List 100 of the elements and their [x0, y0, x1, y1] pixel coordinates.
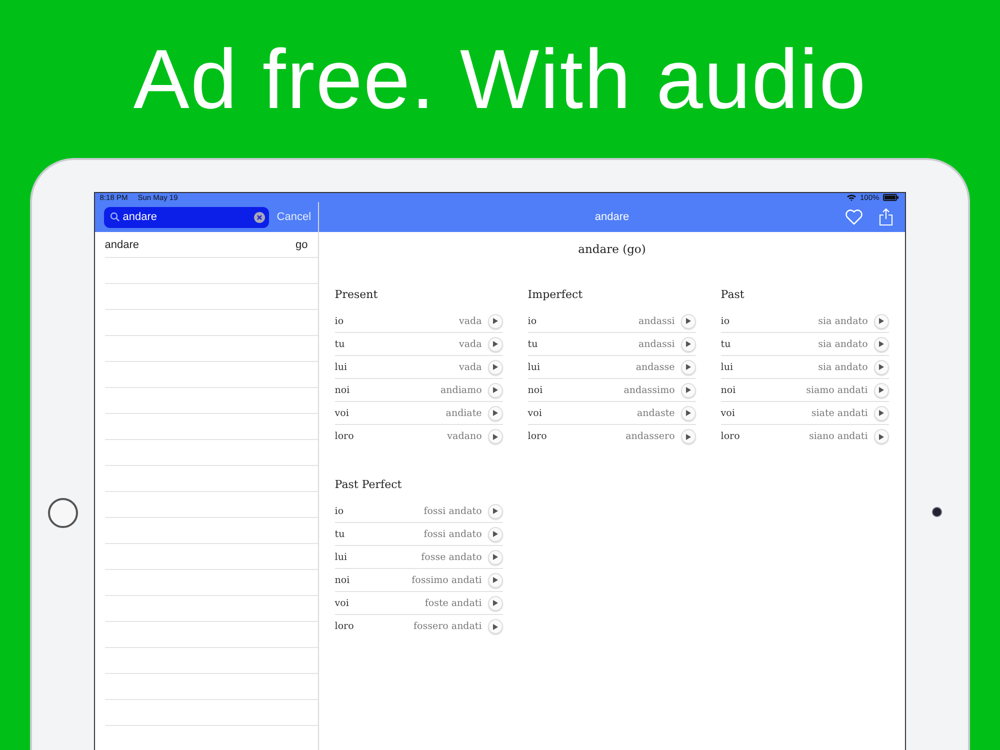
pronoun: lui — [720, 362, 733, 372]
pronoun: lui — [528, 362, 540, 372]
share-icon[interactable] — [879, 208, 894, 226]
tense-title: Imperfect — [528, 288, 584, 303]
play-button[interactable] — [874, 360, 889, 374]
pronoun: noi — [334, 384, 350, 396]
pronoun: voi — [334, 598, 349, 608]
conjugation: fossi andato — [422, 506, 482, 516]
play-icon — [686, 387, 692, 393]
pronoun: loro — [720, 431, 740, 442]
pronoun: lui — [334, 552, 347, 562]
play-button[interactable] — [680, 314, 696, 328]
pronoun: noi — [720, 384, 736, 396]
play-icon — [686, 341, 692, 347]
play-button[interactable] — [874, 314, 889, 328]
play-button[interactable] — [680, 429, 696, 444]
play-button[interactable] — [488, 360, 503, 374]
play-button[interactable] — [874, 336, 889, 352]
conjugation: fossi andato — [422, 528, 482, 540]
conjugation: andassimo — [622, 384, 675, 396]
pronoun: tu — [720, 338, 731, 350]
play-button[interactable] — [680, 406, 696, 420]
pronoun: tu — [334, 338, 345, 350]
play-button[interactable] — [488, 619, 503, 634]
conjugation: siano andati — [808, 431, 868, 442]
play-button[interactable] — [488, 550, 503, 564]
play-button[interactable] — [488, 596, 503, 610]
conjugation: sia andato — [817, 362, 868, 372]
play-icon — [493, 387, 498, 393]
play-button[interactable] — [680, 382, 696, 398]
play-button[interactable] — [874, 406, 889, 420]
battery-icon — [883, 194, 900, 201]
tense-title: Present — [334, 288, 379, 303]
result-word: andare — [104, 238, 140, 250]
play-button[interactable] — [488, 314, 503, 328]
pronoun: voi — [720, 408, 735, 418]
play-icon — [493, 410, 498, 416]
tense-title: Past — [720, 288, 746, 303]
play-button[interactable] — [488, 429, 503, 444]
pronoun: loro — [334, 621, 354, 632]
search-icon — [110, 212, 120, 222]
play-icon — [879, 434, 884, 440]
conjugation: andaste — [636, 408, 675, 418]
clear-icon[interactable] — [254, 212, 265, 222]
play-icon — [879, 387, 884, 393]
conjugation: vada — [458, 316, 482, 326]
conjugation: siamo andati — [805, 384, 868, 396]
conjugation: andasse — [634, 362, 675, 372]
play-button[interactable] — [488, 336, 503, 352]
pronoun: voi — [334, 408, 349, 418]
conjugation: fosse andato — [420, 552, 482, 562]
conjugation: andiamo — [440, 384, 482, 396]
search-field[interactable]: andare — [104, 206, 269, 228]
play-button[interactable] — [488, 572, 503, 588]
play-button[interactable] — [680, 336, 696, 352]
conjugation: vada — [458, 338, 482, 350]
play-button[interactable] — [874, 429, 889, 444]
play-icon — [686, 410, 692, 416]
pronoun: io — [528, 316, 537, 326]
pronoun: noi — [334, 574, 350, 586]
play-icon — [493, 577, 498, 583]
pronoun: voi — [528, 408, 542, 418]
camera-icon — [932, 507, 942, 517]
play-button[interactable] — [488, 504, 503, 518]
conjugation: andassi — [637, 316, 675, 326]
play-icon — [493, 434, 498, 440]
play-icon — [493, 624, 498, 630]
play-button[interactable] — [488, 526, 503, 542]
conjugation: siate andati — [810, 408, 868, 418]
play-icon — [879, 341, 884, 347]
play-icon — [493, 600, 498, 606]
play-icon — [686, 318, 692, 324]
conjugation: andassero — [624, 431, 675, 442]
play-button[interactable] — [488, 406, 503, 420]
play-icon — [879, 318, 884, 324]
play-icon — [493, 531, 498, 537]
conjugation: fossero andati — [412, 621, 482, 632]
play-button[interactable] — [488, 382, 503, 398]
conjugation: foste andati — [424, 598, 482, 608]
pronoun: noi — [528, 384, 543, 396]
pronoun: io — [334, 316, 344, 326]
play-icon — [493, 554, 498, 560]
play-icon — [686, 364, 692, 370]
wifi-icon — [847, 194, 856, 201]
pronoun: io — [720, 316, 730, 326]
home-button[interactable] — [48, 498, 78, 528]
pronoun: loro — [528, 431, 547, 442]
play-icon — [879, 364, 884, 370]
conjugation: vada — [458, 362, 482, 372]
conjugation: fossimo andati — [410, 574, 482, 586]
result-translation: go — [296, 238, 308, 250]
nav-title: andare — [594, 211, 630, 223]
play-icon — [493, 508, 498, 514]
pronoun: lui — [334, 362, 347, 372]
heart-icon[interactable] — [845, 209, 864, 225]
play-button[interactable] — [874, 382, 889, 398]
pronoun: tu — [528, 338, 538, 350]
play-button[interactable] — [680, 360, 696, 374]
result-row[interactable]: andare go — [104, 232, 318, 258]
conjugation: vadano — [446, 431, 482, 442]
